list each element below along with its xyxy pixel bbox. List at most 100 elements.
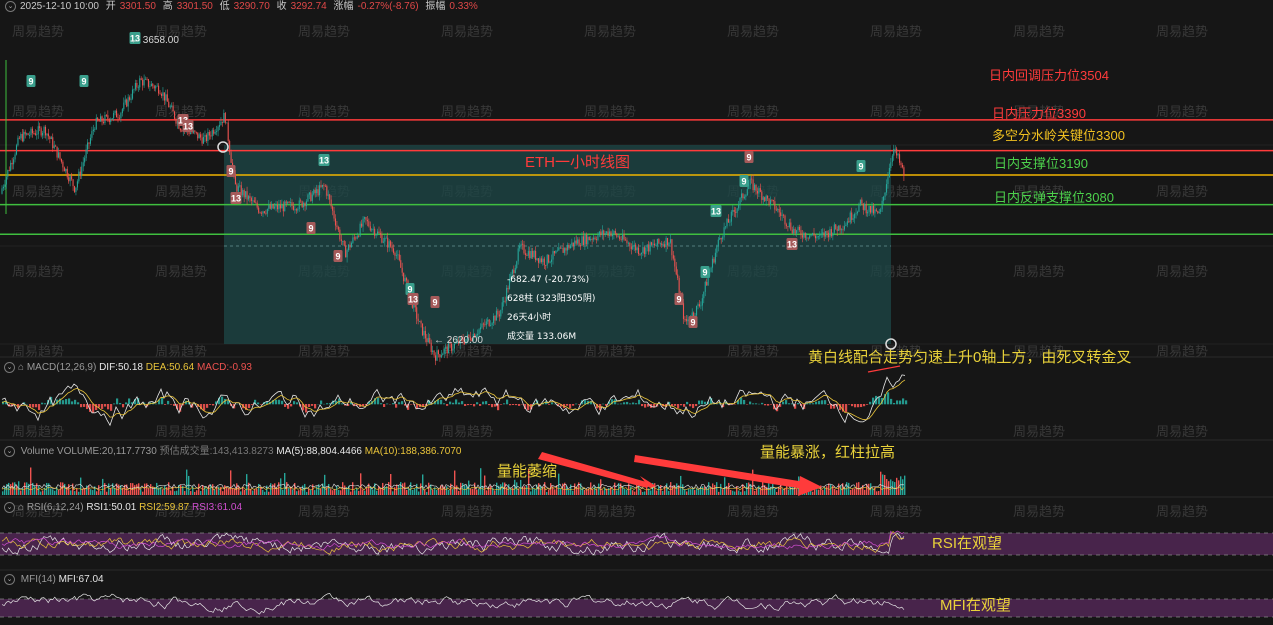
candle-body: [833, 224, 835, 233]
candle-body: [765, 195, 767, 201]
volume-bar: [506, 486, 508, 495]
candle-body: [655, 245, 657, 247]
macd-hist-bar: [695, 404, 698, 407]
rsi-3: RSI3:61.04: [191, 502, 243, 514]
volume-bar: [350, 491, 352, 495]
candle-body: [829, 229, 831, 238]
macd-hist-bar: [38, 404, 41, 410]
candle-body: [742, 193, 744, 199]
volume-bar: [854, 488, 856, 495]
candle-body: [179, 128, 181, 131]
candle-body: [276, 204, 279, 210]
candle-body: [826, 231, 828, 233]
candle-body: [40, 128, 42, 136]
volume-bar: [644, 491, 646, 495]
candle-body: [723, 227, 725, 238]
candle-body: [551, 259, 553, 262]
candle-body: [817, 236, 819, 238]
volume-bar: [14, 482, 16, 495]
volume-bar: [758, 485, 760, 495]
candle-body: [321, 184, 323, 187]
candle-body: [859, 199, 861, 205]
candle-body: [772, 200, 774, 202]
candle-body: [336, 225, 338, 228]
volume-bar: [330, 489, 332, 495]
macd-hist-bar: [68, 398, 71, 405]
volume-bar: [512, 487, 514, 495]
candle-body: [87, 142, 89, 150]
watermark-text: 周易趋势: [870, 104, 922, 120]
candle-body: [871, 205, 873, 213]
volume-bar: [184, 491, 186, 495]
candle-body: [33, 133, 35, 134]
candle-body: [823, 232, 825, 237]
rsi-bell-icon[interactable]: ⌂: [18, 502, 24, 513]
volume-bar: [622, 486, 624, 495]
macd-hist-bar: [113, 403, 116, 405]
volume-bar: [252, 490, 254, 495]
mfi-chevron-icon[interactable]: ⌄: [4, 574, 15, 585]
volume-bar: [844, 488, 846, 495]
macd-bell-icon[interactable]: ⌂: [18, 362, 24, 373]
candle-body: [352, 237, 354, 243]
candle-body: [172, 105, 174, 112]
rsi-chevron-icon[interactable]: ⌄: [4, 502, 15, 513]
candle-body: [27, 133, 29, 136]
volume-bar: [718, 491, 720, 495]
td-marker: 13: [407, 293, 419, 305]
candle-body: [796, 230, 798, 234]
macd-hist-bar: [548, 404, 551, 405]
candle-body: [891, 155, 893, 163]
volume-bar: [728, 482, 730, 495]
macd-hist-bar: [392, 403, 395, 405]
td-marker: 9: [26, 75, 36, 87]
volume-bar: [190, 491, 192, 495]
candle-body: [123, 102, 125, 110]
mfi-name: MFI(14): [20, 574, 56, 586]
macd-hist-bar: [692, 404, 695, 409]
td-marker-label: 9: [702, 268, 707, 278]
volume-bar: [38, 485, 40, 495]
volume-bar: [560, 488, 562, 495]
macd-hist-bar: [167, 400, 170, 405]
candle-body: [308, 192, 310, 195]
collapse-chevron-icon[interactable]: ⌄: [5, 0, 16, 12]
candle-body: [24, 131, 26, 135]
macd-chevron-icon[interactable]: ⌄: [4, 362, 15, 373]
macd-hist-bar: [515, 404, 518, 406]
volume-bar: [472, 488, 474, 495]
candle-body: [700, 305, 702, 307]
macd-hist-bar: [257, 402, 260, 405]
candle-body: [727, 219, 729, 223]
macd-hist-bar: [470, 404, 473, 405]
candle-body: [214, 131, 216, 134]
watermark-text: 周易趋势: [727, 424, 779, 440]
candle-body: [421, 323, 424, 336]
candle-body: [2, 186, 4, 189]
macd-hist-bar: [341, 403, 344, 405]
candle-body: [94, 129, 96, 130]
volume-bar: [80, 477, 82, 495]
watermark-text: 周易趋势: [1156, 264, 1208, 280]
candle-body: [494, 316, 496, 321]
candle-body: [159, 93, 161, 95]
macd-hist-bar: [464, 404, 467, 407]
candle-body: [133, 89, 135, 91]
volume-bar: [358, 490, 360, 495]
candle-body: [846, 221, 848, 225]
chart-canvas[interactable]: 周易趋势 周易趋势 周易趋势 周易趋势 周易趋势 周易趋势 周易趋势 周易趋势 周易趋势周易趋势…: [0, 0, 1273, 625]
volume-bar: [526, 485, 528, 495]
volume-chevron-icon[interactable]: ⌄: [4, 446, 15, 457]
candle-body: [569, 245, 571, 249]
watermark-text: 周易趋势: [298, 104, 350, 120]
volume-bar: [20, 490, 22, 495]
macd-hist-bar: [518, 404, 521, 406]
candle-body: [854, 213, 856, 219]
candle-body: [429, 337, 431, 343]
volume-bar: [398, 485, 400, 495]
candle-body: [793, 228, 795, 234]
candle-body: [672, 255, 674, 259]
open-value: 3301.50: [119, 1, 156, 12]
volume-bar: [428, 482, 430, 495]
volume-bar: [458, 490, 460, 495]
